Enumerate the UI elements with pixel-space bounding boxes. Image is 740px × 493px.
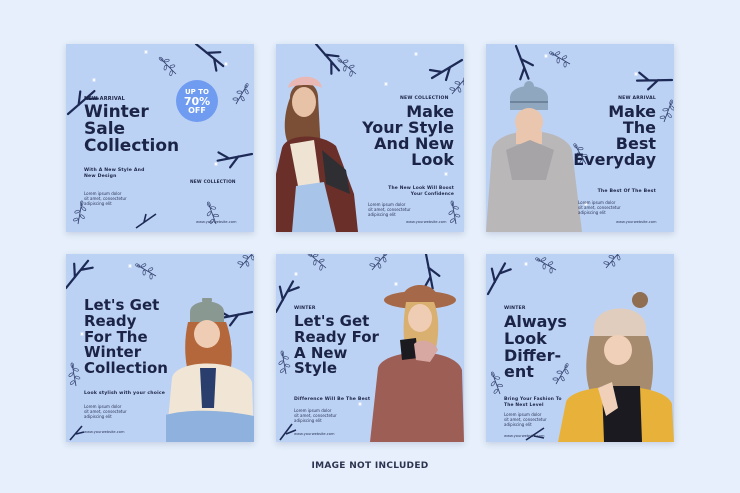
website-url[interactable]: www.yourwebsite.com	[84, 430, 124, 434]
title-line: Collection	[84, 359, 168, 377]
model-photo	[166, 298, 254, 442]
website-url[interactable]: www.yourwebsite.com	[616, 220, 656, 224]
website-url[interactable]: www.yourwebsite.com	[504, 434, 544, 438]
card-title: Make Your Style And New Look	[362, 104, 454, 168]
body-text: Lorem ipsum dolor sit amet, consectetur …	[504, 412, 547, 428]
website-url[interactable]: www.yourwebsite.com	[294, 432, 334, 436]
card-title: Make The Best Everyday	[573, 104, 656, 168]
model-photo	[486, 80, 586, 232]
card-title: Let's Get Ready For The Winter Collectio…	[84, 297, 168, 377]
model-photo	[276, 74, 358, 232]
model-photo	[558, 292, 674, 442]
card-subtitle: Bring Your Fashion To The Next Level	[504, 397, 562, 408]
card-title: Let's Get Ready For A New Style	[294, 313, 379, 378]
title-line: Look	[411, 150, 454, 169]
tag-label: NEW COLLECTION	[190, 180, 236, 185]
post-card-4[interactable]: Let's Get Ready For The Winter Collectio…	[66, 254, 254, 442]
tag-label: WINTER	[504, 306, 526, 311]
card-subtitle: The New Look Will Boost Your Confidence	[388, 186, 454, 197]
tag-label: NEW COLLECTION	[400, 96, 449, 101]
post-card-5[interactable]: WINTER Let's Get Ready For A New Style D…	[276, 254, 464, 442]
card-title: Winter Sale Collection	[84, 104, 179, 155]
post-card-3[interactable]: NEW ARRIVAL Make The Best Everyday The B…	[486, 44, 674, 232]
body-text: Lorem ipsum dolor sit amet, consectetur …	[84, 191, 127, 207]
post-card-1[interactable]: NEW ARRIVAL Winter Sale Collection With …	[66, 44, 254, 232]
website-url[interactable]: www.yourwebsite.com	[196, 220, 236, 224]
website-url[interactable]: www.yourwebsite.com	[406, 220, 446, 224]
title-line: Everyday	[573, 150, 656, 169]
title-line: ent	[504, 362, 534, 382]
card-subtitle: The Best Of The Best	[597, 189, 656, 194]
card-subtitle: With A New Style And New Design	[84, 168, 145, 180]
body-text: Lorem ipsum dolor sit amet, consectetur …	[84, 404, 127, 420]
tag-label: NEW ARRIVAL	[618, 96, 656, 101]
body-text: Lorem ipsum dolor sit amet, consectetur …	[294, 408, 337, 424]
discount-badge: UP TO 70% OFF	[176, 80, 218, 122]
tag-label: WINTER	[294, 306, 316, 311]
card-subtitle: Look stylish with your choice	[84, 391, 166, 396]
card-subtitle: Difference Will Be The Best	[294, 397, 371, 402]
body-text: Lorem ipsum dolor sit amet, consectetur …	[578, 200, 621, 216]
title-line: Style	[294, 359, 338, 378]
card-title: Always Look Differ- ent	[504, 313, 567, 382]
footer-caption: IMAGE NOT INCLUDED	[311, 461, 429, 471]
body-text: Lorem ipsum dolor sit amet, consectetur …	[368, 202, 411, 218]
model-photo	[370, 278, 464, 442]
post-card-2[interactable]: NEW COLLECTION Make Your Style And New L…	[276, 44, 464, 232]
title-line: Collection	[84, 136, 180, 156]
post-card-6[interactable]: WINTER Always Look Differ- ent Bring You…	[486, 254, 674, 442]
